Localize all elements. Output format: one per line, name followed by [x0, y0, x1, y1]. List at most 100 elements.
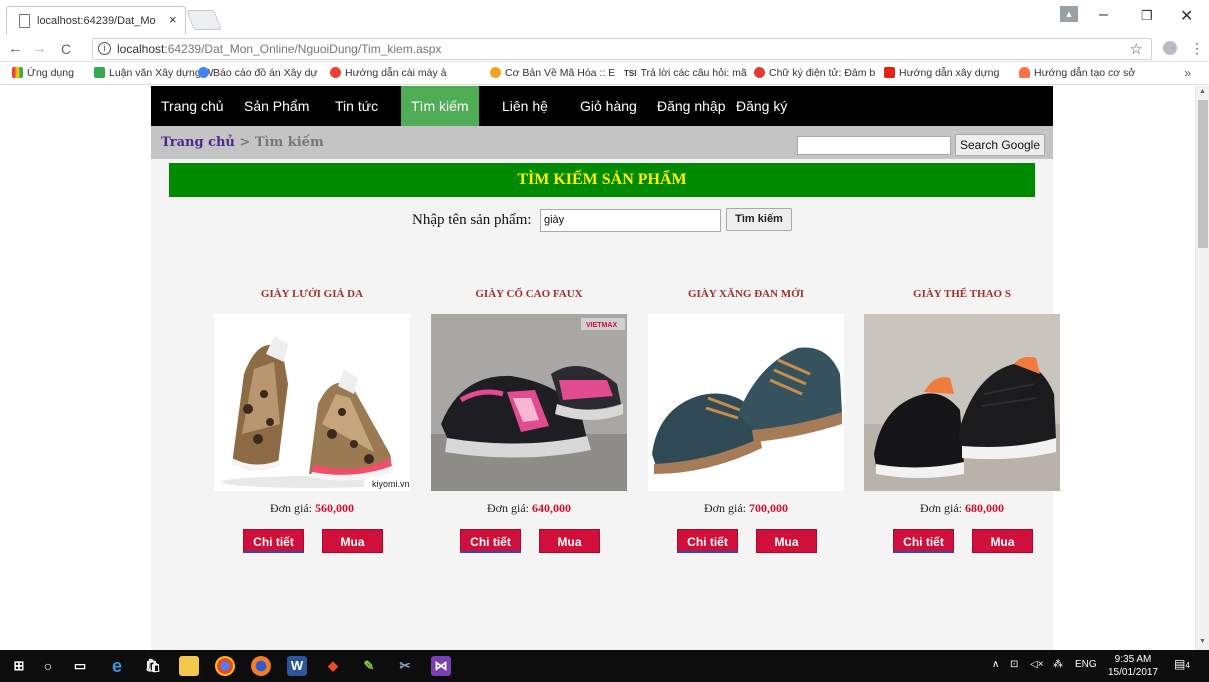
browser-toolbar: ← → C i localhost:64239/Dat_Mon_Online/N…: [0, 36, 1209, 62]
image-watermark: VIETMAX: [586, 322, 617, 329]
restore-button[interactable]: ❐: [1141, 8, 1153, 24]
word-icon[interactable]: W: [287, 656, 307, 676]
google-search-input[interactable]: [797, 136, 951, 155]
minimize-button[interactable]: –: [1099, 6, 1108, 24]
nav-register[interactable]: Đăng ký: [726, 86, 797, 126]
product-name[interactable]: GIÀY CỔ CAO FAUX: [431, 288, 627, 300]
paint-icon[interactable]: ✎: [359, 656, 379, 676]
browser-titlebar: localhost:64239/Dat_Mo × ▲ – ❐ ✕: [0, 0, 1209, 36]
product-buy-button[interactable]: Mua: [322, 529, 383, 553]
tab-close-button[interactable]: ×: [169, 12, 177, 27]
product-detail-button[interactable]: Chi tiết: [243, 529, 304, 553]
nav-contact[interactable]: Liên hệ: [492, 86, 558, 126]
volume-icon[interactable]: ◁×: [1030, 659, 1044, 670]
app-icon[interactable]: ◆: [323, 656, 343, 676]
page-scrollbar[interactable]: ▲ ▼: [1195, 86, 1209, 650]
browser-tab[interactable]: localhost:64239/Dat_Mo ×: [6, 6, 186, 34]
url-text: localhost:64239/Dat_Mon_Online/NguoiDung…: [117, 42, 442, 56]
scroll-down-icon[interactable]: ▼: [1199, 638, 1206, 645]
clock[interactable]: 9:35 AM 15/01/2017: [1108, 653, 1158, 679]
nav-login[interactable]: Đăng nhập: [647, 86, 736, 126]
store-icon[interactable]: 🛍: [143, 656, 163, 676]
product-card: GIÀY LƯỚI GIẢ DA kiyomi.vn Đơn giá: 560,…: [214, 288, 410, 553]
bookmark-item[interactable]: Báo cáo đồ án Xây dự: [198, 67, 318, 79]
page-icon: [19, 14, 30, 28]
product-search-button[interactable]: Tìm kiếm: [726, 208, 792, 231]
windows-taskbar: ⊞ ○ ▭ e 🛍 W ◆ ✎ ✂ ⋈ ∧ ⊡ ◁× ⁂ ENG 9:35 AM…: [0, 650, 1209, 682]
product-image[interactable]: [864, 314, 1060, 491]
bookmarks-bar: Ứng dụng Luận văn Xây dựng W Báo cáo đồ …: [0, 63, 1209, 85]
product-name[interactable]: GIÀY THỂ THAO S: [864, 288, 1060, 300]
breadcrumb-current: Tìm kiếm: [254, 135, 324, 150]
address-bar[interactable]: i localhost:64239/Dat_Mon_Online/NguoiDu…: [92, 38, 1152, 60]
bookmark-item[interactable]: Hướng dẫn xây dựng: [884, 67, 999, 79]
breadcrumb-home-link[interactable]: Trang chủ: [161, 135, 235, 150]
language-indicator[interactable]: ENG: [1075, 659, 1097, 670]
nav-cart[interactable]: Giỏ hàng: [570, 86, 647, 126]
product-image[interactable]: kiyomi.vn: [214, 314, 410, 491]
windows-start-icon[interactable]: ⊞: [9, 656, 29, 676]
product-name[interactable]: GIÀY LƯỚI GIẢ DA: [214, 288, 410, 300]
forward-icon[interactable]: →: [32, 40, 47, 57]
bookmark-item[interactable]: Hướng dẫn tạo cơ sở: [1019, 67, 1135, 79]
scroll-thumb[interactable]: [1198, 100, 1208, 248]
product-image[interactable]: [648, 314, 844, 491]
nav-home[interactable]: Trang chủ: [151, 86, 234, 126]
google-search-button[interactable]: Search Google: [955, 134, 1045, 156]
notifications-icon[interactable]: ▤4: [1174, 657, 1190, 671]
wifi-icon[interactable]: ⁂: [1053, 659, 1063, 670]
bookmark-item[interactable]: Hướng dẫn cài máy ả: [330, 67, 446, 79]
extension-icon[interactable]: [1163, 41, 1177, 55]
firefox-icon[interactable]: [251, 656, 271, 676]
product-buy-button[interactable]: Mua: [539, 529, 600, 553]
product-buy-button[interactable]: Mua: [756, 529, 817, 553]
tray-chevron-icon[interactable]: ∧: [992, 659, 999, 670]
tab-title: localhost:64239/Dat_Mo: [37, 15, 156, 27]
image-watermark: kiyomi.vn: [372, 479, 410, 489]
product-price: Đơn giá: 640,000: [486, 501, 571, 515]
reload-icon[interactable]: C: [61, 41, 71, 57]
product-search-form: Nhập tên sản phẩm: giày Tìm kiếm: [151, 207, 1053, 233]
site-nav: Trang chủ Sản Phẩm Tin tức Tìm kiếm Liên…: [151, 86, 1053, 126]
menu-icon[interactable]: ⋮: [1190, 40, 1204, 57]
user-icon[interactable]: ▲: [1060, 6, 1078, 22]
product-card: GIÀY CỔ CAO FAUX VIETMAX Đơn giá: 640,00…: [431, 288, 627, 553]
product-search-input[interactable]: giày: [540, 209, 721, 232]
search-icon[interactable]: ○: [38, 656, 58, 676]
bookmark-item[interactable]: Chữ ký điện tử: Đảm b: [754, 67, 875, 79]
bookmark-item[interactable]: Luận văn Xây dựng W: [94, 67, 214, 79]
scroll-up-icon[interactable]: ▲: [1199, 88, 1206, 95]
task-view-icon[interactable]: ▭: [70, 656, 90, 676]
search-label: Nhập tên sản phẩm:: [412, 212, 532, 228]
product-detail-button[interactable]: Chi tiết: [893, 529, 954, 553]
chrome-icon[interactable]: [215, 656, 235, 676]
edge-icon[interactable]: e: [107, 656, 127, 676]
product-price: Đơn giá: 680,000: [919, 501, 1004, 515]
bookmarks-more-icon[interactable]: »: [1184, 66, 1191, 80]
network-icon[interactable]: ⊡: [1010, 659, 1018, 670]
breadcrumb-bar: Trang chủ > Tìm kiếm Search Google: [151, 126, 1053, 159]
product-name[interactable]: GIÀY XĂNG ĐAN MỚI: [648, 288, 844, 300]
tools-icon[interactable]: ✂: [395, 656, 415, 676]
close-window-button[interactable]: ✕: [1180, 6, 1193, 26]
product-card: GIÀY XĂNG ĐAN MỚI Đơn giá: 700,000 Chi t…: [648, 288, 844, 553]
product-image[interactable]: VIETMAX: [431, 314, 627, 491]
product-detail-button[interactable]: Chi tiết: [677, 529, 738, 553]
nav-products[interactable]: Sản Phẩm: [234, 86, 319, 126]
file-explorer-icon[interactable]: [179, 656, 199, 676]
nav-search[interactable]: Tìm kiếm: [401, 86, 479, 126]
breadcrumb: Trang chủ > Tìm kiếm: [161, 135, 324, 150]
bookmark-item[interactable]: TSI Trả lời các câu hỏi: mã: [624, 67, 747, 79]
back-icon[interactable]: ←: [8, 40, 23, 57]
product-buy-button[interactable]: Mua: [972, 529, 1033, 553]
product-detail-button[interactable]: Chi tiết: [460, 529, 521, 553]
page-viewport: Trang chủ Sản Phẩm Tin tức Tìm kiếm Liên…: [0, 86, 1195, 650]
bookmark-item[interactable]: Cơ Bản Về Mã Hóa :: E: [490, 67, 615, 79]
new-tab-button[interactable]: [186, 10, 222, 30]
info-icon[interactable]: i: [98, 42, 111, 55]
bookmark-star-icon[interactable]: ☆: [1130, 40, 1143, 58]
nav-news[interactable]: Tin tức: [325, 86, 388, 126]
bookmark-apps[interactable]: Ứng dụng: [12, 67, 74, 79]
product-price: Đơn giá: 700,000: [703, 501, 788, 515]
visual-studio-icon[interactable]: ⋈: [431, 656, 451, 676]
